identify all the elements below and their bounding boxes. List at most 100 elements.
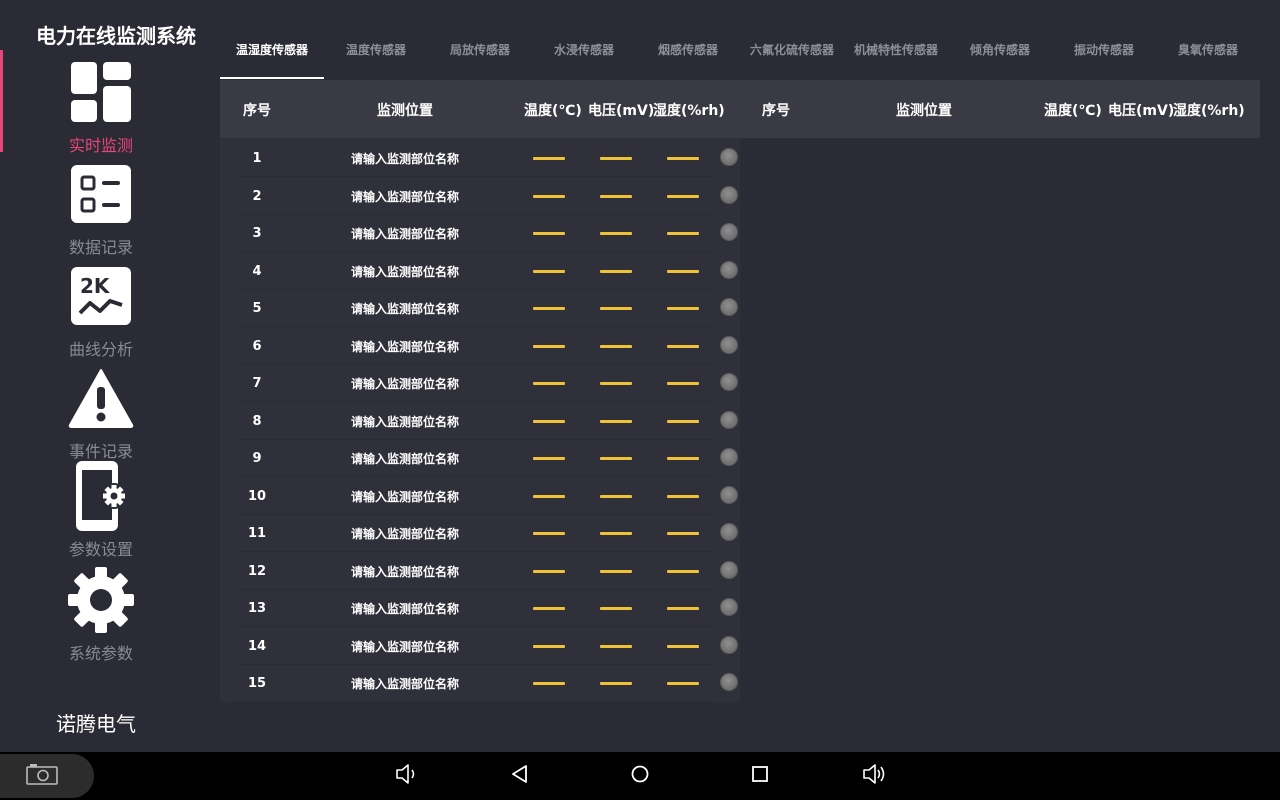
screenshot-button[interactable] (0, 754, 94, 798)
voltage-empty-value (600, 157, 632, 160)
temperature-empty-value (533, 345, 565, 348)
status-indicator (720, 336, 738, 354)
humidity-empty-value (667, 457, 699, 460)
row-index: 7 (252, 376, 262, 391)
location-name-field[interactable]: 请输入监测部位名称 (351, 413, 459, 430)
location-name-field[interactable]: 请输入监测部位名称 (351, 638, 459, 655)
voltage-empty-value (600, 195, 632, 198)
tab-sf6[interactable]: 六氟化硫传感器 (740, 20, 844, 80)
voltage-empty-value (600, 682, 632, 685)
voltage-empty-value (600, 420, 632, 423)
tab-temperature[interactable]: 温度传感器 (324, 20, 428, 80)
status-indicator (720, 223, 738, 241)
header-location-right: 监测位置 (896, 103, 952, 119)
voltage-empty-value (600, 570, 632, 573)
volume-up-icon (861, 763, 887, 789)
tab-vibration[interactable]: 振动传感器 (1052, 20, 1156, 80)
volume-down-icon (394, 763, 418, 789)
voltage-empty-value (600, 232, 632, 235)
status-indicator (720, 598, 738, 616)
nav-param-settings[interactable]: 参数设置 (50, 461, 152, 564)
nav-event-records[interactable]: 事件记录 (50, 364, 152, 466)
recents-icon (750, 764, 770, 788)
back-button[interactable] (506, 762, 534, 790)
table-row: 14 请输入监测部位名称 (238, 629, 738, 665)
temperature-empty-value (533, 532, 565, 535)
location-name-field[interactable]: 请输入监测部位名称 (351, 450, 459, 467)
nav-realtime-monitor[interactable]: 实时监测 (50, 58, 152, 160)
location-name-field[interactable]: 请输入监测部位名称 (351, 338, 459, 355)
voltage-empty-value (600, 532, 632, 535)
app-title: 电力在线监测系统 (36, 24, 196, 48)
temperature-empty-value (533, 195, 565, 198)
voltage-empty-value (600, 495, 632, 498)
row-index: 6 (252, 339, 262, 354)
tab-partial-discharge[interactable]: 局放传感器 (428, 20, 532, 80)
recents-button[interactable] (746, 762, 774, 790)
table-row: 1 请输入监测部位名称 (238, 141, 738, 177)
location-name-field[interactable]: 请输入监测部位名称 (351, 600, 459, 617)
location-name-field[interactable]: 请输入监测部位名称 (351, 488, 459, 505)
row-index: 4 (252, 264, 262, 279)
location-name-field[interactable]: 请输入监测部位名称 (351, 300, 459, 317)
table-row: 7 请输入监测部位名称 (238, 366, 738, 402)
table-row: 2 请输入监测部位名称 (238, 179, 738, 215)
volume-down-button[interactable] (392, 762, 420, 790)
location-name-field[interactable]: 请输入监测部位名称 (351, 225, 459, 242)
humidity-empty-value (667, 570, 699, 573)
table-row: 9 请输入监测部位名称 (238, 441, 738, 477)
active-tab-underline (220, 77, 324, 79)
temperature-empty-value (533, 495, 565, 498)
location-name-field[interactable]: 请输入监测部位名称 (351, 525, 459, 542)
humidity-empty-value (667, 157, 699, 160)
row-index: 2 (252, 189, 262, 204)
header-index: 序号 (243, 103, 271, 119)
nav-system-params[interactable]: 系统参数 (50, 566, 152, 668)
row-index: 14 (247, 639, 267, 654)
table-row: 3 请输入监测部位名称 (238, 216, 738, 252)
header-voltage-right: 电压(mV) (1108, 103, 1175, 119)
table-row: 6 请输入监测部位名称 (238, 329, 738, 365)
header-humidity-right: 湿度(%rh) (1173, 103, 1245, 119)
location-name-field[interactable]: 请输入监测部位名称 (351, 263, 459, 280)
svg-text:2K: 2K (80, 274, 111, 298)
humidity-empty-value (667, 495, 699, 498)
table-row: 5 请输入监测部位名称 (238, 291, 738, 327)
nav-data-records[interactable]: 数据记录 (50, 160, 152, 262)
checklist-icon (67, 160, 135, 228)
volume-up-button[interactable] (860, 762, 888, 790)
row-index: 1 (252, 151, 262, 166)
status-indicator (720, 261, 738, 279)
tab-smoke[interactable]: 烟感传感器 (636, 20, 740, 80)
location-name-field[interactable]: 请输入监测部位名称 (351, 188, 459, 205)
voltage-empty-value (600, 382, 632, 385)
location-name-field[interactable]: 请输入监测部位名称 (351, 150, 459, 167)
table-row: 4 请输入监测部位名称 (238, 254, 738, 290)
humidity-empty-value (667, 195, 699, 198)
home-icon (630, 764, 650, 788)
phone-settings-icon (67, 461, 135, 531)
tab-water-leak[interactable]: 水浸传感器 (532, 20, 636, 80)
location-name-field[interactable]: 请输入监测部位名称 (351, 563, 459, 580)
warning-icon (67, 364, 135, 432)
row-index: 5 (252, 301, 262, 316)
nav-label: 曲线分析 (68, 340, 133, 359)
home-button[interactable] (626, 762, 654, 790)
nav-curve-analysis[interactable]: 2K 曲线分析 (50, 262, 152, 364)
table-row: 13 请输入监测部位名称 (238, 591, 738, 627)
location-name-field[interactable]: 请输入监测部位名称 (351, 375, 459, 392)
tab-ozone[interactable]: 臭氧传感器 (1156, 20, 1260, 80)
temperature-empty-value (533, 382, 565, 385)
screenshot-icon (26, 763, 58, 789)
temperature-empty-value (533, 270, 565, 273)
table-row: 11 请输入监测部位名称 (238, 516, 738, 552)
tab-temp-humidity[interactable]: 温湿度传感器 (220, 20, 324, 80)
row-index: 10 (247, 489, 267, 504)
tab-mechanical[interactable]: 机械特性传感器 (844, 20, 948, 80)
voltage-empty-value (600, 457, 632, 460)
location-name-field[interactable]: 请输入监测部位名称 (351, 675, 459, 692)
voltage-empty-value (600, 645, 632, 648)
status-indicator (720, 186, 738, 204)
tab-tilt[interactable]: 倾角传感器 (948, 20, 1052, 80)
nav-label: 数据记录 (68, 238, 133, 257)
